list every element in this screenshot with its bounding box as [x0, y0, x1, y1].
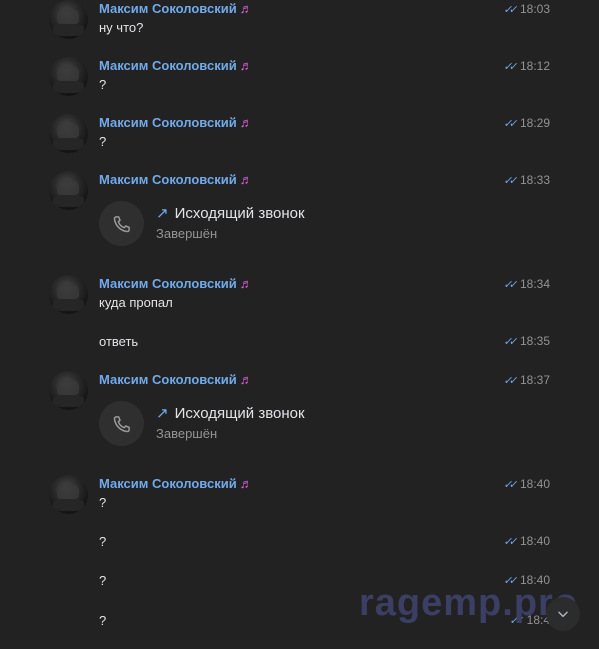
chevron-down-icon	[558, 611, 568, 618]
message-text: ?	[99, 495, 107, 510]
call-status: Завершён	[156, 226, 218, 241]
music-note-icon: ♬	[239, 476, 253, 491]
call-attachment[interactable]: ↗ Исходящий звонок Завершён	[99, 201, 399, 249]
message-meta: ✓✓ 18:40	[502, 534, 550, 548]
author-name[interactable]: Максим Соколовский ♬	[99, 172, 253, 187]
message-meta: ✓✓ 18:33	[502, 173, 550, 187]
message-time: 18:40	[519, 477, 550, 491]
message-time: 18:03	[519, 2, 550, 16]
music-note-icon: ♬	[239, 372, 253, 387]
author-name[interactable]: Максим Соколовский ♬	[99, 1, 253, 16]
author-name[interactable]: Максим Соколовский ♬	[99, 58, 253, 73]
message-time: 18:34	[519, 277, 550, 291]
music-note-icon: ♬	[239, 115, 253, 130]
message-time: 18:33	[519, 173, 550, 187]
author-label[interactable]: Максим Соколовский	[99, 115, 237, 130]
avatar[interactable]	[49, 275, 88, 314]
read-checkmarks-icon: ✓✓	[502, 536, 515, 548]
avatar[interactable]	[49, 371, 88, 410]
message-text: ну что?	[99, 20, 144, 35]
read-checkmarks-icon: ✓✓	[502, 118, 515, 130]
avatar[interactable]	[49, 475, 88, 514]
message-time: 18:35	[519, 334, 550, 348]
call-button[interactable]	[99, 201, 144, 246]
call-attachment[interactable]: ↗ Исходящий звонок Завершён	[99, 401, 399, 449]
scroll-down-button[interactable]	[546, 597, 580, 631]
message-meta: ✓✓ 18:34	[502, 277, 550, 291]
read-checkmarks-icon: ✓✓	[502, 375, 515, 387]
music-note-icon: ♬	[239, 276, 253, 291]
music-note-icon: ♬	[239, 58, 253, 73]
call-title: ↗ Исходящий звонок	[156, 204, 305, 222]
author-name[interactable]: Максим Соколовский ♬	[99, 372, 253, 387]
outgoing-arrow-icon: ↗	[156, 405, 169, 422]
author-label[interactable]: Максим Соколовский	[99, 372, 237, 387]
call-button[interactable]	[99, 401, 144, 446]
avatar[interactable]	[49, 114, 88, 153]
music-note-icon: ♬	[239, 172, 253, 187]
message-text: ответь	[99, 334, 139, 349]
message-meta: ✓✓ 18:40	[502, 477, 550, 491]
message-text: ?	[99, 573, 107, 588]
read-checkmarks-icon: ✓✓	[502, 175, 515, 187]
author-label[interactable]: Максим Соколовский	[99, 58, 237, 73]
message-meta: ✓✓ 18:35	[502, 334, 550, 348]
read-checkmarks-icon: ✓✓	[502, 279, 515, 291]
call-title-text: Исходящий звонок	[174, 205, 305, 222]
author-name[interactable]: Максим Соколовский ♬	[99, 115, 253, 130]
message-meta: ✓✓ 18:03	[502, 2, 550, 16]
message-text: ?	[99, 613, 107, 628]
author-label[interactable]: Максим Соколовский	[99, 172, 237, 187]
message-text: ?	[99, 77, 107, 92]
call-status: Завершён	[156, 426, 218, 441]
read-checkmarks-icon: ✓✓	[502, 61, 515, 73]
message-text: куда пропал	[99, 295, 173, 310]
call-title: ↗ Исходящий звонок	[156, 404, 305, 422]
author-label[interactable]: Максим Соколовский	[99, 276, 237, 291]
message-time: 18:40	[519, 534, 550, 548]
author-name[interactable]: Максим Соколовский ♬	[99, 476, 253, 491]
avatar[interactable]	[49, 57, 88, 96]
author-label[interactable]: Максим Соколовский	[99, 476, 237, 491]
message-time: 18:12	[519, 59, 550, 73]
outgoing-arrow-icon: ↗	[156, 205, 169, 222]
avatar[interactable]	[49, 171, 88, 210]
call-title-text: Исходящий звонок	[174, 405, 305, 422]
message-meta: ✓✓ 18:29	[502, 116, 550, 130]
author-name[interactable]: Максим Соколовский ♬	[99, 276, 253, 291]
read-checkmarks-icon: ✓✓	[502, 336, 515, 348]
message-text: ?	[99, 134, 107, 149]
phone-icon	[113, 215, 130, 232]
message-time: 18:29	[519, 116, 550, 130]
message-meta: ✓✓ 18:37	[502, 373, 550, 387]
read-checkmarks-icon: ✓✓	[502, 479, 515, 491]
read-checkmarks-icon: ✓✓	[502, 4, 515, 16]
music-note-icon: ♬	[239, 1, 253, 16]
watermark: ragemp.pro	[359, 582, 579, 624]
phone-icon	[113, 415, 130, 432]
message-time: 18:37	[519, 373, 550, 387]
author-label[interactable]: Максим Соколовский	[99, 1, 237, 16]
avatar[interactable]	[49, 0, 88, 39]
message-feed: Максим Соколовский ♬ ну что? ✓✓ 18:03 Макс…	[0, 0, 599, 649]
message-meta: ✓✓ 18:12	[502, 59, 550, 73]
message-text: ?	[99, 534, 107, 549]
